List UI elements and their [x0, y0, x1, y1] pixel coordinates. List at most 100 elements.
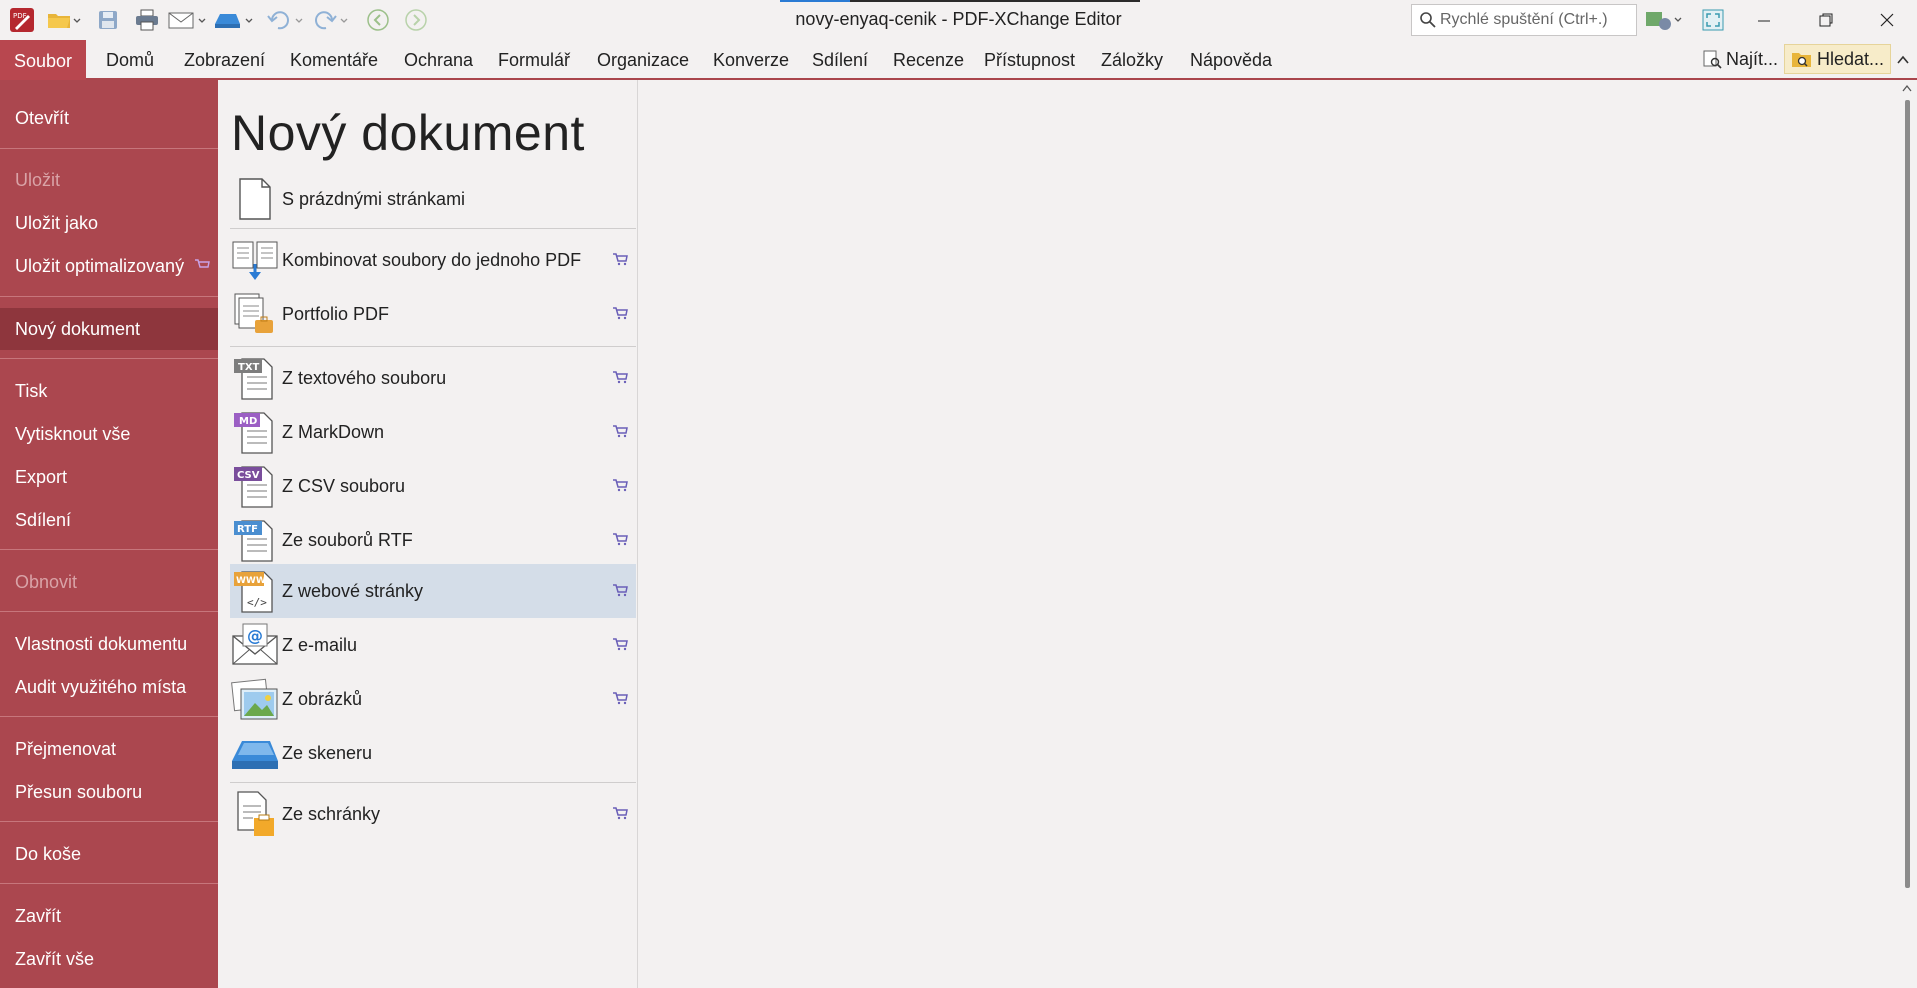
undo-icon[interactable]: [266, 6, 306, 34]
title-bar: PDF novy-enyaq-cenik - PDF-XChange Edito…: [0, 0, 1917, 40]
svg-text:TXT: TXT: [238, 362, 260, 373]
save-icon[interactable]: [96, 6, 120, 34]
option-portfolio[interactable]: Portfolio PDF: [230, 287, 636, 341]
cart-icon: [612, 689, 632, 710]
nav-divider: [0, 611, 218, 612]
nav-space-audit[interactable]: Audit využitého místa: [0, 667, 218, 707]
scroll-up-icon[interactable]: [1902, 84, 1912, 92]
close-window-button[interactable]: [1857, 0, 1917, 40]
cart-icon: [612, 476, 632, 497]
option-from-email[interactable]: @ Z e-mailu: [230, 618, 636, 672]
nav-share[interactable]: Sdílení: [0, 500, 218, 540]
back-icon[interactable]: [364, 6, 392, 34]
search-icon: [1419, 11, 1437, 34]
web-page-icon: WWW </>: [230, 566, 280, 616]
nav-divider: [0, 549, 218, 550]
open-folder-icon[interactable]: [46, 6, 82, 34]
image-icon: [230, 674, 280, 724]
nav-print[interactable]: Tisk: [0, 371, 218, 411]
cart-icon: [612, 530, 632, 551]
quick-launch-input[interactable]: Rychlé spuštění (Ctrl+.): [1411, 4, 1637, 36]
option-from-scanner[interactable]: Ze skeneru: [230, 726, 636, 780]
portfolio-icon: [230, 289, 280, 339]
nav-print-all[interactable]: Vytisknout vše: [0, 414, 218, 454]
vertical-scrollbar[interactable]: [1897, 80, 1917, 988]
option-blank-pages[interactable]: S prázdnými stránkami: [230, 172, 636, 226]
fullscreen-icon[interactable]: [1700, 6, 1726, 34]
nav-export[interactable]: Export: [0, 457, 218, 497]
option-from-rtf[interactable]: RTF Ze souborů RTF: [230, 513, 636, 567]
menu-ochrana[interactable]: Ochrana: [404, 40, 473, 80]
cart-icon: [612, 368, 632, 389]
option-label: Ze skeneru: [282, 742, 373, 763]
menu-napoveda[interactable]: Nápověda: [1190, 40, 1272, 80]
menu-soubor[interactable]: Soubor: [0, 40, 86, 82]
nav-document-properties[interactable]: Vlastnosti dokumentu: [0, 624, 218, 664]
cart-icon: [612, 804, 632, 825]
menu-formular[interactable]: Formulář: [498, 40, 570, 80]
menu-zobrazeni[interactable]: Zobrazení: [184, 40, 265, 80]
nav-save-optimized[interactable]: Uložit optimalizovaný: [0, 246, 218, 286]
option-from-images[interactable]: Z obrázků: [230, 672, 636, 726]
nav-divider: [0, 148, 218, 149]
nav-open[interactable]: Otevřít: [0, 98, 218, 138]
menu-konverze[interactable]: Konverze: [713, 40, 789, 80]
restore-button[interactable]: [1796, 0, 1856, 40]
nav-trash[interactable]: Do koše: [0, 834, 218, 874]
title-accent-line-blue: [780, 0, 850, 2]
scanner-dropdown-icon[interactable]: [212, 6, 256, 34]
option-from-text[interactable]: TXT Z textového souboru: [230, 351, 636, 405]
option-from-web-page[interactable]: WWW </> Z webové stránky: [230, 564, 636, 618]
option-combine-files[interactable]: Kombinovat soubory do jednoho PDF: [230, 233, 636, 287]
clipboard-icon: [230, 789, 280, 839]
file-menu-nav: Otevřít Uložit Uložit jako Uložit optima…: [0, 80, 218, 988]
cart-icon: [612, 304, 632, 325]
option-divider: [230, 228, 636, 229]
menu-zalozky[interactable]: Záložky: [1101, 40, 1163, 80]
nav-new-document[interactable]: Nový dokument: [0, 308, 218, 350]
menu-recenze[interactable]: Recenze: [893, 40, 964, 80]
menu-organizace[interactable]: Organizace: [597, 40, 689, 80]
menu-domu[interactable]: Domů: [106, 40, 154, 80]
redo-icon[interactable]: [310, 6, 350, 34]
email-icon: @: [230, 620, 280, 670]
option-label: Ze souborů RTF: [282, 529, 413, 550]
customize-toolbar-icon[interactable]: [1645, 6, 1685, 34]
cart-icon: [612, 635, 632, 656]
option-divider: [230, 782, 636, 783]
cart-icon: [194, 258, 210, 272]
svg-text:</>: </>: [247, 596, 267, 609]
menu-sdileni[interactable]: Sdílení: [812, 40, 868, 80]
find-icon: [1702, 49, 1722, 69]
csv-file-icon: CSV: [230, 461, 280, 511]
rtf-file-icon: RTF: [230, 515, 280, 565]
forward-icon[interactable]: [402, 6, 430, 34]
minimize-button[interactable]: [1734, 0, 1794, 40]
nav-divider: [0, 821, 218, 822]
option-from-markdown[interactable]: MD Z MarkDown: [230, 405, 636, 459]
nav-move-file[interactable]: Přesun souboru: [0, 772, 218, 812]
collapse-ribbon-icon[interactable]: [1893, 46, 1913, 74]
option-from-clipboard[interactable]: Ze schránky: [230, 787, 636, 841]
cart-icon: [612, 581, 632, 602]
option-from-csv[interactable]: CSV Z CSV souboru: [230, 459, 636, 513]
menu-komentare[interactable]: Komentáře: [290, 40, 378, 80]
nav-revert[interactable]: Obnovit: [0, 562, 218, 602]
menu-bar: Soubor Domů Zobrazení Komentáře Ochrana …: [0, 40, 1917, 82]
markdown-file-icon: MD: [230, 407, 280, 457]
print-icon[interactable]: [134, 6, 160, 34]
nav-save-as[interactable]: Uložit jako: [0, 203, 218, 243]
option-label: Kombinovat soubory do jednoho PDF: [282, 249, 582, 270]
svg-text:CSV: CSV: [237, 470, 260, 481]
find-button[interactable]: Najít...: [1702, 44, 1778, 74]
nav-rename[interactable]: Přejmenovat: [0, 729, 218, 769]
email-dropdown-icon[interactable]: [168, 6, 208, 34]
nav-close-all[interactable]: Zavřít vše: [0, 939, 218, 979]
nav-close[interactable]: Zavřít: [0, 896, 218, 936]
nav-save[interactable]: Uložit: [0, 160, 218, 200]
search-button[interactable]: Hledat...: [1784, 44, 1892, 74]
svg-text:@: @: [247, 626, 263, 645]
menu-pristupnost[interactable]: Přístupnost: [984, 40, 1075, 80]
scrollbar-thumb[interactable]: [1905, 100, 1910, 888]
option-label: Ze schránky: [282, 803, 381, 824]
